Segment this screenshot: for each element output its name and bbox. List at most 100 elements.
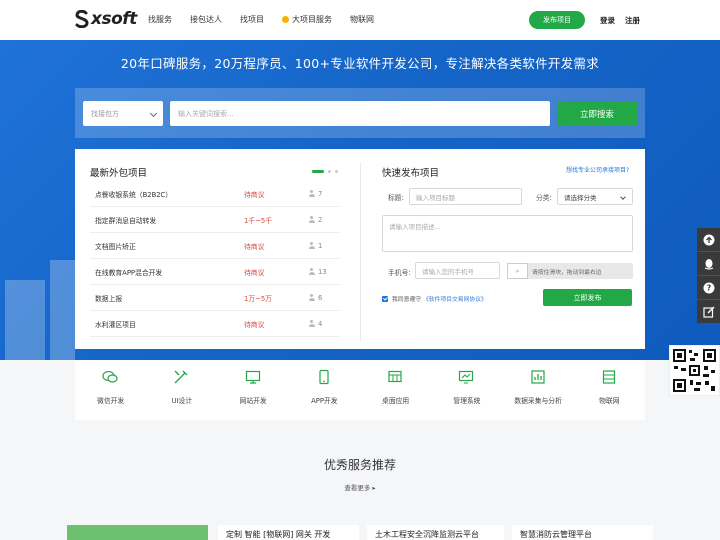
service-categories: 微信开发 UI设计 网站开发 APP开发 桌面应用 管理系统 数据采集与分析 物… [75, 360, 645, 420]
agree-text: 我同意遵守 [392, 297, 421, 303]
project-price: 待商议 [244, 320, 265, 329]
submit-publish-button[interactable]: 立即发布 [543, 289, 632, 306]
search-input[interactable]: 输入关键词搜索... [170, 101, 550, 126]
list-item[interactable]: 指定群消息自动转发 1千~5千 2 [90, 207, 340, 233]
project-name: 在线教育APP混合开发 [95, 268, 163, 277]
top-header: xsoft 找服务 接包达人 找项目 大项目服务 物联网 发布项目 登录 注册 [0, 0, 720, 40]
carousel-dots [312, 170, 342, 173]
service-wechat[interactable]: 微信开发 [75, 360, 146, 420]
logo-text: xsoft [91, 9, 137, 29]
desktop-app-icon [388, 370, 402, 383]
recommend-card[interactable]: 智慧消防云管理平台 [512, 525, 653, 540]
project-name: 数据上报 [95, 294, 123, 303]
list-item[interactable]: 点餐收银系统（B2B2C） 待商议 7 [90, 181, 340, 207]
project-name: 文档图片矫正 [95, 242, 136, 251]
service-desktop-app[interactable]: 桌面应用 [360, 360, 431, 420]
project-name: 点餐收银系统（B2B2C） [95, 190, 173, 199]
category-label: 分类: [536, 194, 552, 202]
service-ui-design[interactable]: UI设计 [146, 360, 217, 420]
help-button[interactable]: ? [697, 276, 720, 299]
bidder-count-value: 6 [318, 293, 323, 302]
iot-icon [602, 370, 615, 384]
wechat-icon [102, 370, 118, 383]
agree-checkbox[interactable] [382, 295, 388, 302]
list-item[interactable]: 水利灌区项目 待商议 4 [90, 311, 340, 337]
floating-toolbar: ? [697, 228, 720, 324]
project-price: 待商议 [244, 190, 265, 199]
bidder-count: 4 [308, 320, 322, 328]
recommend-card[interactable]: 土木工程安全沉降监测云平台 [367, 525, 504, 540]
card-divider [360, 163, 361, 341]
logo[interactable]: xsoft [75, 9, 137, 29]
list-item[interactable]: 在线教育APP混合开发 待商议 13 [90, 259, 340, 285]
service-label: 物联网 [599, 397, 620, 405]
service-website[interactable]: 网站开发 [218, 360, 289, 420]
qq-icon [704, 258, 713, 270]
service-label: APP开发 [311, 397, 338, 405]
nav-iot[interactable]: 物联网 [350, 14, 374, 25]
description-textarea[interactable]: 请输入项目描述... [382, 215, 633, 252]
agreement-row: 我同意遵守 《软件项目交易网协议》 [382, 294, 487, 303]
login-link[interactable]: 登录 [600, 15, 615, 26]
slider-handle[interactable]: » [507, 263, 528, 279]
register-link[interactable]: 注册 [625, 15, 640, 26]
bidder-count-value: 1 [318, 241, 323, 250]
feedback-button[interactable] [697, 300, 720, 323]
title-field[interactable]: 输入项目标题 [409, 188, 522, 205]
logo-mark-icon [75, 10, 89, 28]
phone-field[interactable]: 请输入您的手机号 [415, 262, 500, 279]
captcha-slider[interactable]: » 请按住滑块，拖动到最右边 [507, 263, 633, 279]
list-item[interactable]: 文档图片矫正 待商议 1 [90, 233, 340, 259]
phone-label: 手机号: [388, 269, 411, 277]
carousel-dot-1[interactable] [312, 170, 324, 173]
service-label: 数据采集与分析 [514, 397, 562, 405]
quick-publish-title: 快速发布项目 [382, 168, 440, 179]
service-iot[interactable]: 物联网 [574, 360, 645, 420]
management-icon [459, 370, 474, 384]
service-label: 网站开发 [239, 397, 267, 405]
person-icon [308, 190, 315, 197]
nav-find-service[interactable]: 找服务 [148, 14, 172, 25]
bidder-count: 1 [308, 242, 322, 250]
project-list: 点餐收银系统（B2B2C） 待商议 7 指定群消息自动转发 1千~5千 2 文档… [90, 181, 340, 337]
bidder-count-value: 4 [318, 319, 323, 328]
back-to-top-button[interactable] [697, 228, 720, 251]
nav-contractors[interactable]: 接包达人 [190, 14, 222, 25]
search-button[interactable]: 立即搜索 [557, 101, 637, 126]
category-select-value: 请选择分类 [564, 193, 597, 202]
search-category-select[interactable]: 找接包方 [83, 101, 163, 126]
find-company-link[interactable]: 想找专业公司承接项目? [566, 165, 629, 174]
publish-project-button[interactable]: 发布项目 [529, 11, 585, 29]
person-icon [308, 216, 315, 223]
qq-service-button[interactable] [697, 252, 720, 275]
recommend-card[interactable]: 定制 智能 [物联网] 网关 开发 [218, 525, 359, 540]
recommend-title: 优秀服务推荐 [323, 458, 396, 472]
recommend-banner[interactable] [67, 525, 208, 540]
nav-find-project[interactable]: 找项目 [240, 14, 264, 25]
service-data[interactable]: 数据采集与分析 [503, 360, 574, 420]
carousel-dot-3[interactable] [335, 170, 338, 173]
arrow-up-icon [703, 234, 714, 245]
view-more-link[interactable]: 查看更多 ▸ [0, 482, 720, 492]
list-item[interactable]: 数据上报 1万~5万 6 [90, 285, 340, 311]
project-name: 水利灌区项目 [95, 320, 136, 329]
bidder-count: 13 [308, 268, 327, 276]
chevron-down-icon [149, 109, 158, 118]
slider-hint: 请按住滑块，拖动到最右边 [532, 269, 602, 276]
person-icon [308, 268, 315, 275]
agreement-link[interactable]: 《软件项目交易网协议》 [423, 294, 487, 303]
question-icon: ? [703, 282, 714, 293]
project-name: 指定群消息自动转发 [95, 216, 157, 225]
bidder-count-value: 2 [318, 215, 323, 224]
service-label: 桌面应用 [382, 397, 410, 405]
service-label: 管理系统 [453, 397, 481, 405]
nav-big-project[interactable]: 大项目服务 [282, 14, 332, 25]
chevron-down-icon [620, 194, 626, 200]
service-label: 微信开发 [97, 397, 125, 405]
person-icon [308, 242, 315, 249]
carousel-dot-2[interactable] [328, 170, 331, 173]
nav-big-project-label: 大项目服务 [292, 15, 332, 24]
service-app[interactable]: APP开发 [289, 360, 360, 420]
service-management[interactable]: 管理系统 [431, 360, 502, 420]
category-select[interactable]: 请选择分类 [557, 188, 633, 205]
